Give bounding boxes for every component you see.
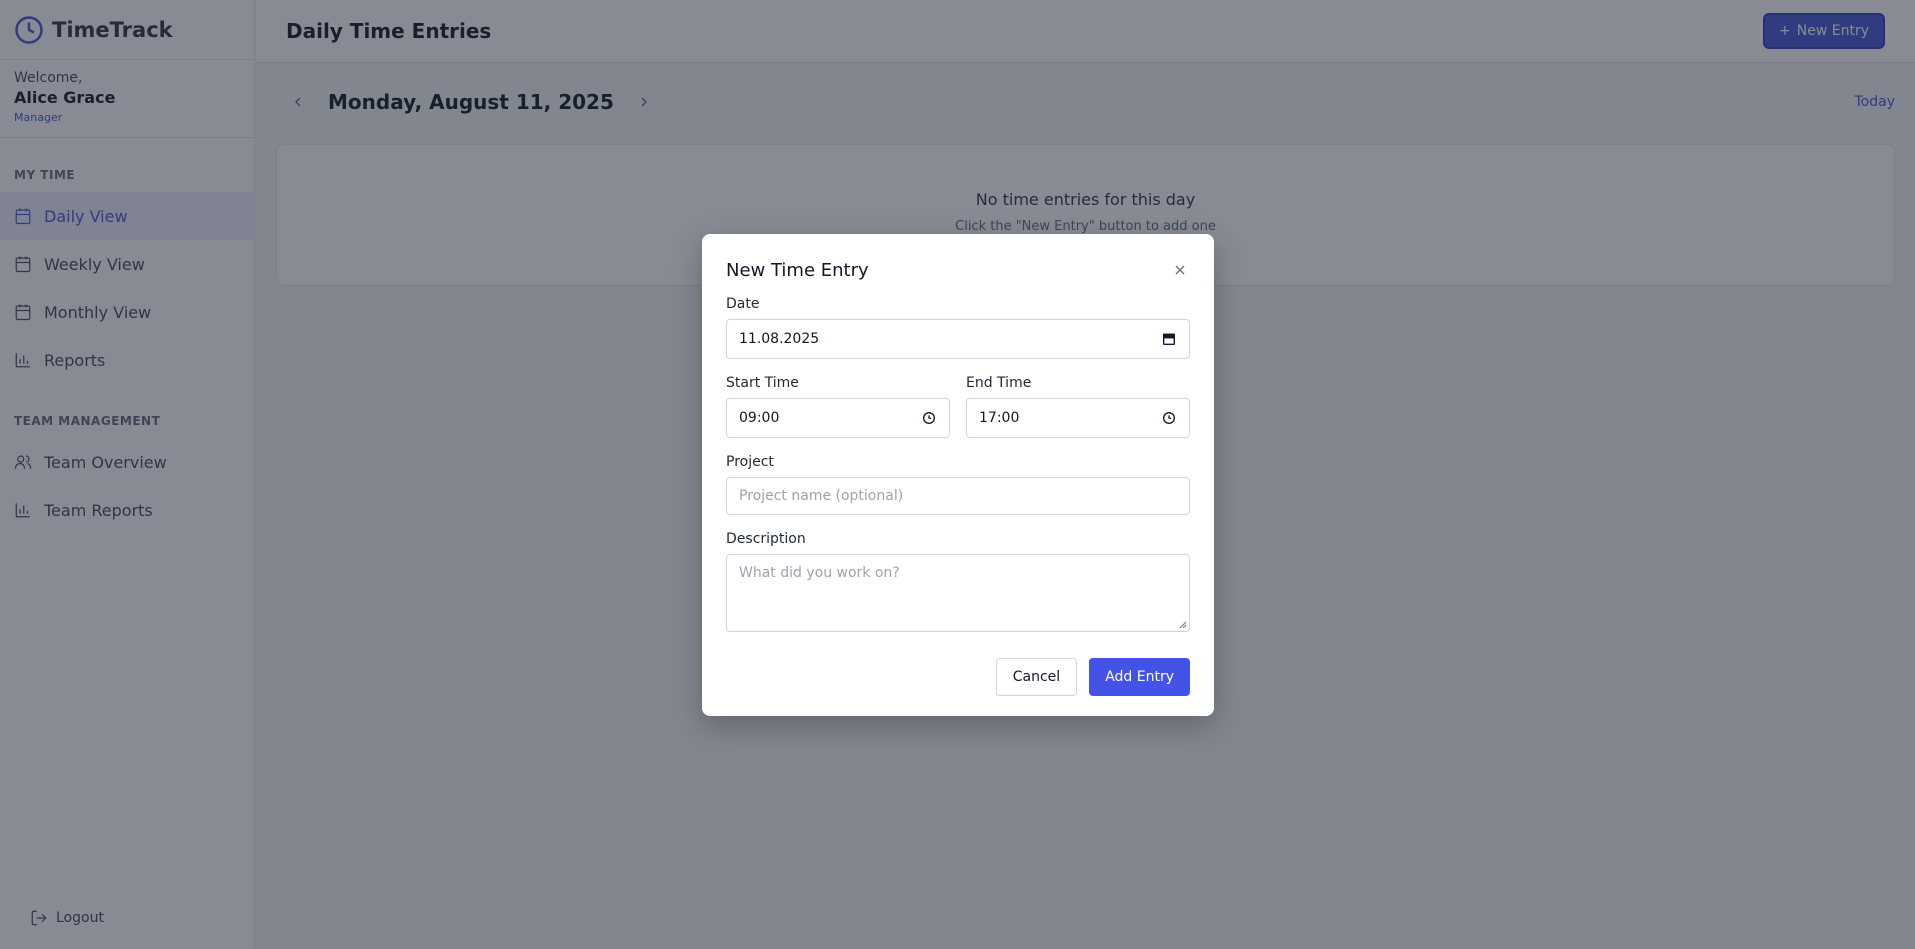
dialog-title: New Time Entry xyxy=(726,259,869,281)
project-input[interactable]: Project name (optional) xyxy=(726,477,1190,515)
close-icon xyxy=(1175,265,1185,275)
start-time-input[interactable]: 09:00 xyxy=(726,398,950,438)
project-placeholder: Project name (optional) xyxy=(739,488,904,504)
start-time-group: Start Time 09:00 xyxy=(726,375,950,438)
time-row: Start Time 09:00 End Time 17:00 xyxy=(726,375,1190,438)
date-label: Date xyxy=(726,296,760,312)
add-entry-button[interactable]: Add Entry xyxy=(1089,658,1190,696)
end-time-value: 17:00 xyxy=(979,410,1020,426)
description-label: Description xyxy=(726,531,806,547)
project-field-group: Project Project name (optional) xyxy=(726,454,1190,515)
date-input[interactable]: 11.08.2025 xyxy=(726,319,1190,359)
date-value: 11.08.2025 xyxy=(739,331,820,347)
dialog-actions: Cancel Add Entry xyxy=(726,658,1190,696)
description-textarea[interactable]: What did you work on? xyxy=(726,554,1190,632)
end-time-input[interactable]: 17:00 xyxy=(966,398,1190,438)
resize-handle-icon[interactable] xyxy=(1179,621,1187,629)
close-button[interactable] xyxy=(1170,260,1190,280)
dialog-header: New Time Entry xyxy=(726,258,1190,282)
project-label: Project xyxy=(726,454,774,470)
start-time-value: 09:00 xyxy=(739,410,780,426)
description-placeholder: What did you work on? xyxy=(739,565,900,581)
clock-picker-icon[interactable] xyxy=(1161,410,1177,426)
date-field-group: Date 11.08.2025 xyxy=(726,296,1190,359)
new-time-entry-dialog: New Time Entry Date 11.08.2025 Start Tim… xyxy=(702,234,1214,716)
end-time-group: End Time 17:00 xyxy=(966,375,1190,438)
clock-picker-icon[interactable] xyxy=(921,410,937,426)
description-field-group: Description What did you work on? xyxy=(726,531,1190,632)
end-time-label: End Time xyxy=(966,375,1032,391)
start-time-label: Start Time xyxy=(726,375,799,391)
calendar-picker-icon[interactable] xyxy=(1161,331,1177,347)
cancel-button[interactable]: Cancel xyxy=(995,658,1078,696)
